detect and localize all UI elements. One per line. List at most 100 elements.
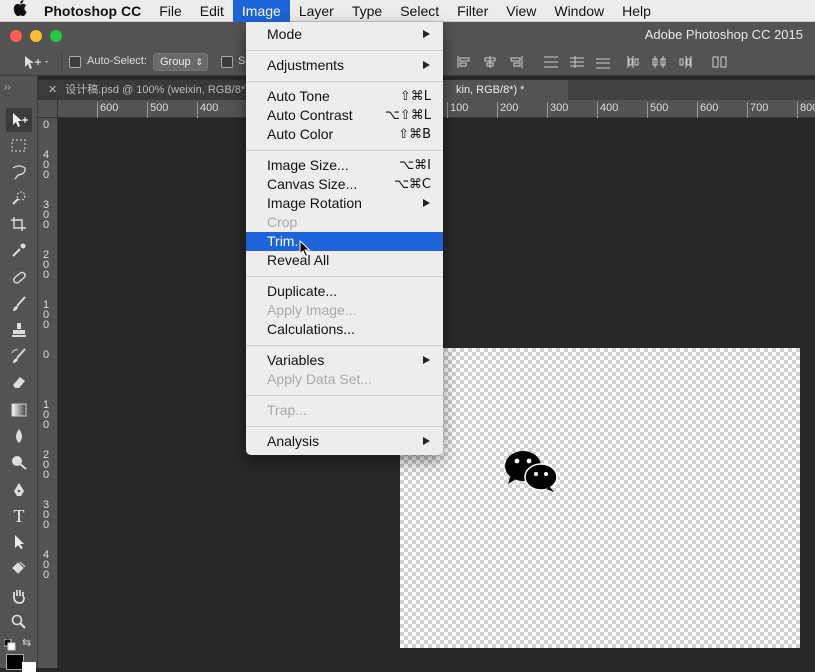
menu-item-variables[interactable]: Variables [246, 351, 443, 370]
blur-icon[interactable] [6, 424, 32, 448]
menu-item-calculations[interactable]: Calculations... [246, 320, 443, 339]
swap-colors-icon[interactable]: ⇆ [22, 636, 31, 649]
distribute-right-icon[interactable] [677, 55, 693, 69]
menu-item-trim[interactable]: Trim... [246, 232, 443, 251]
quick-select-icon[interactable] [6, 186, 32, 210]
minimize-window-button[interactable] [30, 30, 42, 42]
document-tab[interactable]: ✕ 设计稿.psd @ 100% (weixin, RGB/8*) [38, 80, 248, 100]
eyedropper-icon[interactable] [6, 238, 32, 262]
menu-item-adjustments[interactable]: Adjustments [246, 56, 443, 75]
marquee-icon[interactable] [6, 134, 32, 158]
menu-layer[interactable]: Layer [290, 0, 343, 22]
options-divider [61, 52, 62, 72]
ruler-label: 1 0 0 [42, 399, 50, 431]
auto-align-icon[interactable] [712, 55, 728, 69]
menu-separator [246, 276, 443, 277]
shortcut-label: ⇧⌘B [398, 127, 431, 142]
menu-item-label: Calculations... [267, 321, 355, 337]
submenu-arrow-icon [423, 61, 430, 69]
menu-image[interactable]: Image [232, 0, 290, 22]
menu-separator [246, 395, 443, 396]
move-tool-icon[interactable] [6, 108, 32, 132]
menu-item-image-rotation[interactable]: Image Rotation [246, 194, 443, 213]
brush-icon[interactable] [6, 292, 32, 316]
menu-item-label: Auto Color [267, 126, 334, 142]
align-hcenter-icon[interactable] [482, 55, 498, 69]
ruler-label: 4 0 0 [42, 149, 50, 181]
menu-separator [246, 345, 443, 346]
dodge-icon[interactable] [6, 450, 32, 474]
menu-edit[interactable]: Edit [191, 0, 233, 22]
ruler-label: 600 [96, 102, 119, 118]
distribute-top-icon[interactable] [543, 55, 559, 69]
gradient-icon[interactable] [6, 398, 32, 422]
lasso-icon[interactable] [6, 160, 32, 184]
zoom-icon[interactable] [6, 610, 32, 634]
hand-icon[interactable] [6, 584, 32, 608]
ruler-label: 3 0 0 [42, 199, 50, 231]
close-tab-icon[interactable]: ✕ [48, 84, 57, 96]
ruler-origin[interactable] [38, 100, 58, 118]
menu-window[interactable]: Window [545, 0, 613, 22]
pen-icon[interactable] [6, 478, 32, 502]
show-transform-checkbox[interactable] [221, 56, 233, 68]
move-tool-preset-icon[interactable] [22, 53, 52, 74]
menu-filter[interactable]: Filter [448, 0, 497, 22]
history-brush-icon[interactable] [6, 344, 32, 368]
align-left-icon[interactable] [456, 55, 472, 69]
menu-item-auto-contrast[interactable]: Auto Contrast ⌥⇧⌘L [246, 106, 443, 125]
close-window-button[interactable] [10, 30, 22, 42]
shortcut-label: ⌥⇧⌘L [384, 108, 431, 123]
auto-select-checkbox[interactable] [69, 56, 81, 68]
distribute-bottom-icon[interactable] [595, 55, 611, 69]
document-canvas[interactable] [400, 348, 800, 648]
menu-item-apply-data-set: Apply Data Set... [246, 370, 443, 389]
menu-item-label: Apply Data Set... [267, 371, 373, 387]
ruler-label: 2 0 0 [42, 249, 50, 281]
healing-icon[interactable] [6, 266, 32, 290]
distribute-left-icon[interactable] [626, 55, 642, 69]
menu-select[interactable]: Select [391, 0, 448, 22]
tools-panel: ›› T ⇆ [0, 76, 38, 672]
menu-item-label: Duplicate... [267, 283, 338, 299]
menu-item-label: Apply Image... [267, 302, 357, 318]
submenu-arrow-icon [423, 356, 430, 364]
menu-type[interactable]: Type [343, 0, 391, 22]
type-icon[interactable]: T [6, 504, 32, 528]
menu-help[interactable]: Help [613, 0, 660, 22]
distribute-hcenter-icon[interactable] [651, 55, 667, 69]
document-tab-active[interactable]: kin, RGB/8*) * [438, 80, 568, 100]
menu-file[interactable]: File [150, 0, 191, 22]
menu-item-label: Crop [267, 214, 298, 230]
menu-item-reveal-all[interactable]: Reveal All [246, 251, 443, 270]
crop-icon[interactable] [6, 212, 32, 236]
auto-select-label: Auto-Select: [87, 55, 147, 67]
background-color-swatch[interactable] [22, 662, 36, 672]
menu-item-image-size[interactable]: Image Size... ⌥⌘I [246, 156, 443, 175]
distribute-vcenter-icon[interactable] [569, 55, 585, 69]
menu-app-name[interactable]: Photoshop CC [40, 0, 150, 22]
zoom-window-button[interactable] [50, 30, 62, 42]
ruler-label: 800 [796, 102, 815, 118]
eraser-icon[interactable] [6, 370, 32, 394]
menu-item-auto-tone[interactable]: Auto Tone ⇧⌘L [246, 87, 443, 106]
stamp-icon[interactable] [6, 318, 32, 342]
tab-label: kin, RGB/8*) * [456, 84, 525, 96]
menu-view[interactable]: View [497, 0, 545, 22]
shape-icon[interactable] [6, 556, 32, 580]
menu-item-canvas-size[interactable]: Canvas Size... ⌥⌘C [246, 175, 443, 194]
tab-label: 设计稿.psd @ 100% (weixin, RGB/8*) [65, 84, 248, 96]
mac-menubar: Photoshop CC File Edit Image Layer Type … [0, 0, 815, 22]
collapse-panel-icon[interactable]: ›› [4, 82, 11, 93]
menu-item-auto-color[interactable]: Auto Color ⇧⌘B [246, 125, 443, 144]
menu-item-duplicate[interactable]: Duplicate... [246, 282, 443, 301]
path-select-icon[interactable] [6, 530, 32, 554]
ruler-label: 0 [42, 349, 50, 361]
apple-icon[interactable] [0, 0, 40, 21]
auto-select-dropdown[interactable]: Group ⇕ [153, 53, 208, 71]
align-right-icon[interactable] [508, 55, 524, 69]
menu-item-analysis[interactable]: Analysis [246, 432, 443, 451]
menu-item-mode[interactable]: Mode [246, 25, 443, 44]
ruler-label: 100 [446, 102, 469, 118]
menu-item-label: Image Size... [267, 157, 349, 173]
